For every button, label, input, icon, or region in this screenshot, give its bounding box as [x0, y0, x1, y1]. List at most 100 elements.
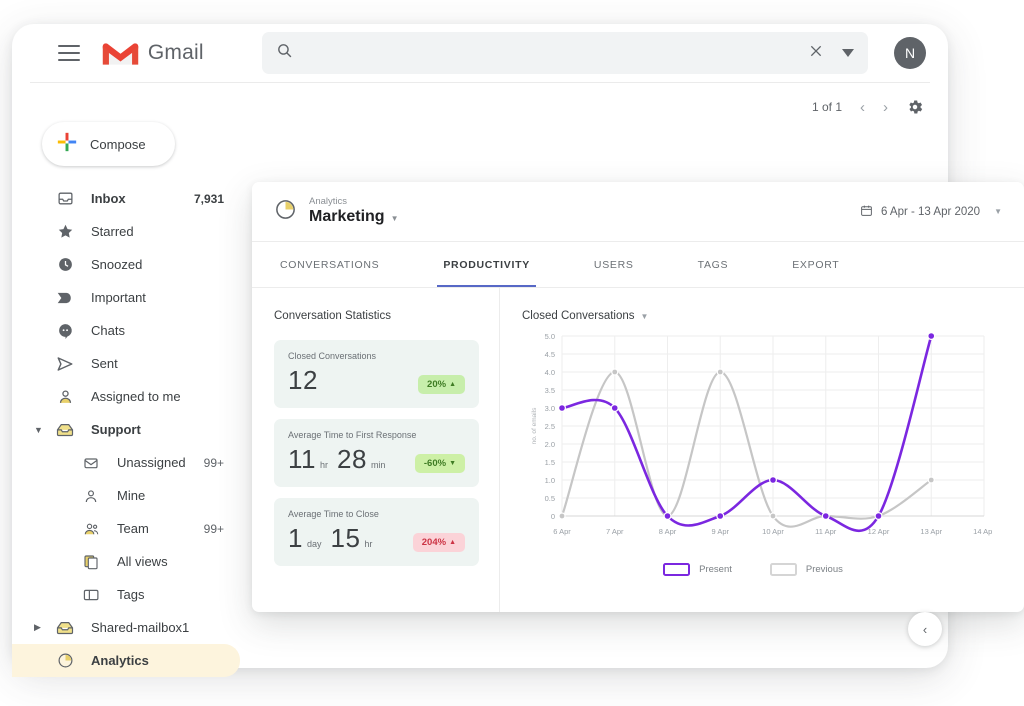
clock-icon — [56, 256, 74, 274]
stat-unit: day — [306, 539, 322, 549]
svg-text:4.5: 4.5 — [545, 350, 555, 359]
search-input[interactable] — [306, 45, 809, 61]
pager: 1 of 1 ‹ › — [812, 82, 924, 132]
plus-icon — [56, 131, 78, 158]
sidebar-item-count: 99+ — [203, 455, 224, 470]
chevron-down-icon[interactable]: ▼ — [994, 207, 1002, 216]
chevron-right-icon[interactable]: ▶ — [34, 622, 41, 633]
close-icon[interactable] — [808, 43, 824, 64]
panel-tabs: CONVERSATIONS PRODUCTIVITY USERS TAGS EX… — [252, 242, 1024, 288]
inbox-icon — [56, 190, 74, 208]
sidebar-item-mine[interactable]: Mine — [12, 479, 246, 512]
tab-tags[interactable]: TAGS — [692, 242, 735, 287]
svg-text:2.5: 2.5 — [545, 422, 555, 431]
stat-value-2: 15 — [330, 523, 361, 553]
stat-card-avg-first-response[interactable]: Average Time to First Response 11 hr 28 … — [274, 419, 479, 487]
stat-value: 1 — [288, 523, 303, 553]
date-range-label: 6 Apr - 13 Apr 2020 — [880, 205, 981, 218]
chevron-left-icon[interactable]: ‹ — [860, 99, 865, 116]
sidebar-group-support[interactable]: ▼ Support — [12, 413, 246, 446]
chevron-left-icon: ‹ — [922, 621, 928, 637]
stat-label: Average Time to Close — [288, 509, 379, 519]
sidebar-item-analytics[interactable]: Analytics — [12, 644, 240, 677]
panel-title[interactable]: Marketing ▼ — [309, 208, 399, 228]
svg-text:2.0: 2.0 — [545, 440, 555, 449]
stat-value-2: 28 — [337, 444, 367, 474]
chart-legend: Present Previous — [502, 563, 1004, 576]
sidebar-item-label: Mine — [117, 488, 146, 503]
status-badge: 204% ▲ — [412, 533, 465, 552]
svg-text:14 Apr: 14 Apr — [973, 527, 992, 536]
sidebar-item-unassigned[interactable]: Unassigned 99+ — [12, 446, 246, 479]
collapse-panel-button[interactable]: ‹ — [908, 612, 942, 646]
legend-item-present[interactable]: Present — [663, 563, 732, 576]
sidebar-item-label: Analytics — [91, 653, 149, 668]
sidebar-item-label: Important — [91, 290, 146, 305]
sidebar-item-chats[interactable]: Chats — [12, 314, 246, 347]
sidebar-item-inbox[interactable]: Inbox 7,931 — [12, 182, 246, 215]
stat-card-avg-time-to-close[interactable]: Average Time to Close 1 day 15 hr 204% ▲ — [274, 498, 479, 566]
sidebar-item-sent[interactable]: Sent — [12, 347, 246, 380]
svg-text:8 Apr: 8 Apr — [659, 527, 677, 536]
svg-text:4.0: 4.0 — [545, 368, 555, 377]
pie-chart-icon — [56, 652, 74, 670]
svg-text:1.5: 1.5 — [545, 458, 555, 467]
sidebar-item-label: Assigned to me — [91, 389, 181, 404]
sidebar-item-count: 99+ — [203, 521, 224, 536]
svg-text:11 Apr: 11 Apr — [815, 527, 837, 536]
svg-text:6 Apr: 6 Apr — [553, 527, 571, 536]
avatar-initial: N — [905, 45, 916, 61]
svg-text:no. of emails: no. of emails — [531, 407, 538, 445]
tab-conversations[interactable]: CONVERSATIONS — [274, 242, 385, 287]
gear-icon[interactable] — [906, 98, 924, 116]
menu-icon[interactable] — [58, 45, 80, 61]
chevron-down-icon[interactable]: ▼ — [641, 312, 649, 321]
sidebar-item-all-views[interactable]: All views — [12, 545, 246, 578]
date-range-picker[interactable]: 6 Apr - 13 Apr 2020 ▼ — [860, 204, 1002, 220]
svg-text:0: 0 — [551, 512, 555, 521]
legend-item-previous[interactable]: Previous — [769, 563, 843, 576]
svg-text:3.0: 3.0 — [545, 404, 555, 413]
sidebar-group-shared-mailbox1[interactable]: ▶ Shared-mailbox1 — [12, 611, 246, 644]
stat-label: Average Time to First Response — [288, 430, 417, 440]
chevron-right-icon[interactable]: › — [883, 99, 888, 116]
important-icon — [56, 289, 74, 307]
tab-productivity[interactable]: PRODUCTIVITY — [437, 242, 536, 287]
chevron-down-icon[interactable]: ▼ — [34, 425, 43, 435]
chevron-down-icon[interactable]: ▼ — [391, 210, 399, 228]
arrow-down-icon: ▼ — [449, 460, 456, 467]
legend-label: Present — [699, 564, 732, 575]
stat-unit-2: hr — [364, 539, 373, 549]
chart-title[interactable]: Closed Conversations ▼ — [522, 310, 1004, 322]
svg-text:0.5: 0.5 — [545, 494, 555, 503]
sidebar-item-team[interactable]: Team 99+ — [12, 512, 246, 545]
tab-users[interactable]: USERS — [588, 242, 640, 287]
svg-text:9 Apr: 9 Apr — [711, 527, 729, 536]
sidebar-item-important[interactable]: Important — [12, 281, 246, 314]
sidebar-item-label: Tags — [117, 587, 145, 602]
tab-export[interactable]: EXPORT — [786, 242, 845, 287]
sidebar-group-label: Shared-mailbox1 — [91, 620, 190, 635]
stat-card-closed-conversations[interactable]: Closed Conversations 12 20% ▲ — [274, 340, 479, 408]
person-icon — [82, 487, 100, 505]
gmail-logo: Gmail — [102, 39, 204, 67]
compose-button[interactable]: Compose — [42, 122, 175, 166]
sidebar: Inbox 7,931 Starred Snoozed Important Ch… — [12, 182, 246, 677]
sidebar-item-starred[interactable]: Starred — [12, 215, 246, 248]
sidebar-item-assigned-to-me[interactable]: Assigned to me — [12, 380, 246, 413]
stats-heading: Conversation Statistics — [274, 310, 391, 322]
chevron-down-icon[interactable] — [842, 44, 855, 62]
envelope-open-icon — [82, 454, 100, 472]
person-icon — [56, 388, 74, 406]
avatar[interactable]: N — [894, 37, 926, 69]
svg-text:12 Apr: 12 Apr — [868, 527, 890, 536]
sidebar-item-label: Chats — [91, 323, 125, 338]
sidebar-item-tags[interactable]: Tags — [12, 578, 246, 611]
arrow-up-icon: ▲ — [449, 539, 456, 546]
send-icon — [56, 355, 74, 373]
sidebar-group-label: Support — [91, 422, 141, 437]
panel-title-label: Marketing — [309, 207, 385, 225]
search-bar[interactable] — [261, 32, 869, 74]
sidebar-item-snoozed[interactable]: Snoozed — [12, 248, 246, 281]
chart-svg: 0 0.5 1.0 1.5 2.0 2.5 3.0 3.5 4.0 4.5 5.0 6 Apr 7 Ap… — [531, 332, 995, 536]
